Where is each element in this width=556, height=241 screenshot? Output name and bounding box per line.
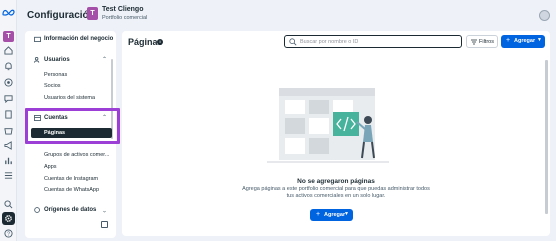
plus-icon: + — [316, 210, 321, 218]
meta-logo-icon[interactable] — [2, 9, 15, 16]
briefcase-icon — [34, 36, 41, 42]
sidebar-item-business-info[interactable]: Información del negocio — [44, 36, 113, 42]
business-subtitle: Portfolio comercial — [102, 15, 148, 21]
sidebar-item-whatsapp-accounts[interactable]: Cuentas de WhatsApp — [44, 187, 99, 193]
add-label: Agregar — [514, 38, 536, 44]
documents-icon[interactable] — [4, 110, 13, 119]
business-avatar-icon[interactable]: T — [3, 31, 14, 42]
user-avatar[interactable] — [539, 10, 550, 21]
info-icon[interactable]: i — [157, 39, 163, 45]
help-icon[interactable]: ? — [4, 229, 13, 238]
chart-icon[interactable] — [4, 156, 13, 165]
menu-icon[interactable] — [4, 171, 13, 180]
main-scrollbar[interactable] — [545, 60, 548, 214]
empty-state-description: Agrega páginas a este portfolio comercia… — [122, 186, 550, 200]
settings-button[interactable] — [2, 212, 15, 225]
empty-state-description-line-1: Agrega páginas a este portfolio comercia… — [242, 186, 430, 192]
sidebar-section-data-sources[interactable]: Orígenes de datos — [44, 207, 96, 213]
filters-label: Filtros — [479, 39, 494, 45]
annotation-highlight-box — [25, 108, 120, 144]
add-page-button[interactable]: + Agregar ▼ — [310, 209, 353, 221]
users-icon — [34, 57, 40, 63]
empty-state-illustration — [267, 88, 389, 163]
search-icon[interactable] — [4, 200, 13, 209]
add-button[interactable]: + Agregar ▼ — [501, 35, 545, 48]
sidebar-item-people[interactable]: Personas — [44, 72, 67, 78]
sidebar-item-partners[interactable]: Socios — [44, 83, 61, 89]
empty-state-description-line-2: tus activos comerciales en un solo lugar… — [286, 193, 386, 199]
gear-icon — [5, 215, 12, 222]
caret-down-icon: ▼ — [344, 211, 349, 217]
chat-icon[interactable] — [4, 94, 13, 103]
search-input[interactable]: Buscar por nombre o ID — [284, 35, 462, 48]
filter-icon — [471, 39, 477, 45]
sidebar-section-users[interactable]: Usuarios — [44, 57, 70, 63]
search-placeholder: Buscar por nombre o ID — [300, 39, 359, 45]
left-icon-rail: T ? — [0, 0, 17, 241]
add-page-label: Agregar — [324, 211, 346, 218]
top-header: Configuración T Test Cliengo Portfolio c… — [17, 0, 556, 31]
sidebar-item-apps[interactable]: Apps — [44, 164, 57, 170]
empty-state-title: No se agregaron páginas — [297, 178, 375, 185]
business-avatar[interactable]: T — [87, 7, 98, 20]
main-panel: Páginas i Buscar por nombre o ID Filtros… — [122, 31, 550, 236]
megaphone-icon[interactable] — [4, 141, 13, 150]
collapse-sidebar-icon[interactable] — [101, 221, 108, 228]
home-icon[interactable] — [4, 46, 13, 55]
search-icon — [289, 38, 297, 46]
plus-icon: + — [506, 37, 511, 44]
caret-down-icon: ▼ — [537, 37, 542, 43]
business-name[interactable]: Test Cliengo — [102, 6, 143, 13]
bell-icon[interactable] — [4, 62, 13, 71]
filters-button[interactable]: Filtros — [466, 35, 498, 48]
target-icon[interactable] — [4, 78, 13, 87]
data-sources-icon — [34, 207, 40, 213]
svg-text:?: ? — [7, 232, 10, 238]
chevron-up-icon[interactable]: ⌃ — [102, 56, 107, 63]
sidebar-item-instagram-accounts[interactable]: Cuentas de Instagram — [44, 176, 98, 182]
sidebar-item-asset-groups[interactable]: Grupos de activos comer... — [44, 152, 109, 158]
page-title: Configuración — [27, 10, 95, 21]
chevron-down-icon[interactable]: ⌃ — [102, 206, 107, 213]
store-icon[interactable] — [4, 126, 13, 135]
sidebar-item-system-users[interactable]: Usuarios del sistema — [44, 95, 95, 101]
